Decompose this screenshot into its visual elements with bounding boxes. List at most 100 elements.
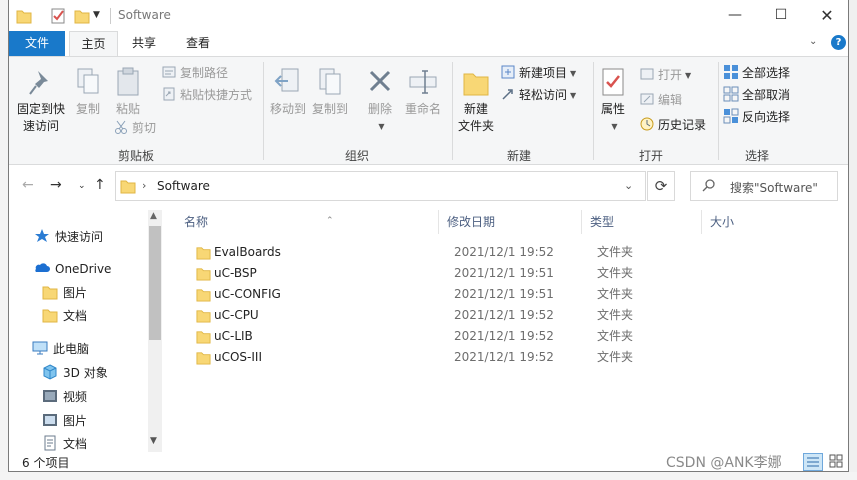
chevron-down-icon[interactable]: ⌄ bbox=[809, 36, 817, 47]
address-dropdown-icon[interactable]: ⌄ bbox=[624, 179, 633, 192]
history-button[interactable]: 历史记录 bbox=[639, 115, 706, 135]
close-button[interactable]: ✕ bbox=[804, 0, 848, 31]
tab-share[interactable]: 共享 bbox=[119, 31, 169, 56]
select-all-label: 全部选择 bbox=[742, 66, 791, 80]
properties-quick-icon[interactable] bbox=[50, 7, 66, 25]
properties-dropdown-icon[interactable]: ▼ bbox=[600, 118, 629, 135]
nav-item-videos[interactable]: 视频 bbox=[42, 386, 87, 408]
nav-item-label: 图片 bbox=[63, 286, 88, 300]
nav-item-this-pc[interactable]: 此电脑 bbox=[32, 338, 89, 360]
quick-access-toolbar-dropdown-icon[interactable]: ▼ bbox=[93, 10, 103, 28]
group-label-organize: 组织 bbox=[344, 149, 369, 163]
minimize-button[interactable]: — bbox=[712, 0, 758, 31]
rename-button[interactable]: 重命名 bbox=[401, 65, 445, 118]
breadcrumb-software[interactable]: Software bbox=[157, 179, 210, 193]
cut-button[interactable]: 剪切 bbox=[113, 118, 156, 138]
column-header-type[interactable]: 类型 bbox=[581, 210, 701, 234]
forward-arrow-icon[interactable]: → bbox=[50, 177, 62, 193]
move-to-button[interactable]: 移动到 bbox=[269, 65, 307, 118]
file-type: 文件夹 bbox=[597, 308, 634, 322]
new-folder-quick-icon[interactable] bbox=[74, 7, 90, 25]
copy-path-label: 复制路径 bbox=[180, 66, 229, 80]
properties-icon bbox=[602, 68, 624, 96]
large-icons-view-button[interactable] bbox=[827, 453, 847, 471]
scroll-up-icon[interactable]: ▲ bbox=[150, 211, 157, 221]
open-icon bbox=[640, 68, 654, 80]
history-label: 历史记录 bbox=[658, 118, 707, 132]
properties-button[interactable]: 属性 ▼ bbox=[597, 65, 629, 135]
table-row[interactable]: uC-CONFIG 2021/12/1 19:51 文件夹 bbox=[176, 284, 836, 305]
navigation-bar: ← → ⌄ ↑ › Software ⌄ ⟳ 搜索"Software" bbox=[9, 166, 848, 204]
select-none-button[interactable]: 全部取消 bbox=[723, 85, 790, 105]
column-header-name-label: 名称 bbox=[184, 215, 209, 229]
scroll-down-icon[interactable]: ▼ bbox=[150, 436, 157, 446]
delete-dropdown-icon[interactable]: ▼ bbox=[366, 118, 397, 135]
copy-to-icon bbox=[319, 68, 341, 95]
file-name: EvalBoards bbox=[214, 245, 281, 259]
table-row[interactable]: uC-CPU 2021/12/1 19:52 文件夹 bbox=[176, 305, 836, 326]
table-row[interactable]: uCOS-III 2021/12/1 19:52 文件夹 bbox=[176, 347, 836, 368]
copy-button[interactable]: 复制 bbox=[71, 65, 105, 118]
title-separator bbox=[110, 8, 111, 24]
up-arrow-icon[interactable]: ↑ bbox=[94, 177, 106, 193]
sort-ascending-icon: ⌃ bbox=[326, 216, 334, 226]
maximize-button[interactable]: ☐ bbox=[758, 0, 804, 31]
refresh-button[interactable]: ⟳ bbox=[647, 171, 675, 201]
window-title: Software bbox=[118, 8, 171, 22]
paste-shortcut-button[interactable]: 粘贴快捷方式 bbox=[161, 85, 252, 105]
navigation-pane-scrollbar[interactable]: ▲ ▼ bbox=[148, 210, 162, 452]
pin-to-quick-access-button[interactable]: 固定到快 速访问 bbox=[15, 65, 67, 135]
ribbon-separator bbox=[593, 62, 594, 160]
nav-item-onedrive[interactable]: OneDrive bbox=[32, 258, 111, 280]
details-view-button[interactable] bbox=[803, 453, 823, 471]
folder-icon bbox=[196, 247, 211, 260]
search-input[interactable]: 搜索"Software" bbox=[690, 171, 838, 201]
nav-item-3d-objects[interactable]: 3D 对象 bbox=[42, 362, 108, 384]
easy-access-label: 轻松访问 bbox=[519, 88, 568, 102]
file-name: uC-CPU bbox=[214, 308, 259, 322]
copy-path-button[interactable]: 复制路径 bbox=[161, 63, 228, 83]
file-type: 文件夹 bbox=[597, 266, 634, 280]
column-header-date[interactable]: 修改日期 bbox=[438, 210, 581, 234]
help-icon[interactable]: ? bbox=[831, 35, 846, 50]
easy-access-button[interactable]: 轻松访问 ▼ bbox=[500, 85, 576, 105]
select-all-button[interactable]: 全部选择 bbox=[723, 63, 790, 83]
scrollbar-thumb[interactable] bbox=[149, 226, 161, 340]
paste-button[interactable]: 粘贴 bbox=[111, 65, 145, 118]
properties-label: 属性 bbox=[600, 102, 625, 116]
back-arrow-icon[interactable]: ← bbox=[22, 177, 34, 193]
tab-file[interactable]: 文件 bbox=[9, 31, 65, 56]
tab-view[interactable]: 查看 bbox=[173, 31, 223, 56]
documents-icon bbox=[44, 435, 56, 451]
delete-button[interactable]: 删除 ▼ bbox=[363, 65, 397, 135]
nav-item-label: 此电脑 bbox=[53, 342, 90, 356]
recent-locations-chevron-icon[interactable]: ⌄ bbox=[78, 181, 86, 191]
copy-to-button[interactable]: 复制到 bbox=[311, 65, 349, 118]
new-folder-button[interactable]: 新建 文件夹 bbox=[455, 65, 497, 135]
nav-item-onedrive-pictures[interactable]: 图片 bbox=[42, 282, 87, 304]
table-row[interactable]: uC-BSP 2021/12/1 19:51 文件夹 bbox=[176, 263, 836, 284]
file-list: 名称 ⌃ 修改日期 类型 大小 EvalBoards 2021/12/1 19:… bbox=[162, 204, 848, 452]
scissors-icon bbox=[115, 120, 127, 134]
breadcrumb-chevron-icon[interactable]: › bbox=[142, 179, 146, 192]
open-dropdown-icon[interactable]: ▼ bbox=[685, 71, 691, 80]
open-button[interactable]: 打开 ▼ bbox=[639, 65, 691, 85]
nav-item-label: 3D 对象 bbox=[63, 366, 108, 380]
tab-home[interactable]: 主页 bbox=[69, 31, 118, 57]
new-item-dropdown-icon[interactable]: ▼ bbox=[570, 69, 576, 78]
nav-item-pictures[interactable]: 图片 bbox=[42, 410, 87, 432]
invert-selection-button[interactable]: 反向选择 bbox=[723, 107, 790, 127]
easy-access-dropdown-icon[interactable]: ▼ bbox=[570, 91, 576, 100]
new-item-button[interactable]: 新建项目 ▼ bbox=[500, 63, 576, 83]
new-item-icon bbox=[501, 65, 515, 79]
column-header-name[interactable]: 名称 ⌃ bbox=[176, 210, 438, 234]
file-type: 文件夹 bbox=[597, 287, 634, 301]
table-row[interactable]: uC-LIB 2021/12/1 19:52 文件夹 bbox=[176, 326, 836, 347]
copy-path-icon bbox=[162, 66, 176, 78]
table-row[interactable]: EvalBoards 2021/12/1 19:52 文件夹 bbox=[176, 242, 836, 263]
column-header-size[interactable]: 大小 bbox=[701, 210, 821, 234]
nav-item-onedrive-documents[interactable]: 文档 bbox=[42, 305, 87, 327]
edit-button[interactable]: 编辑 bbox=[639, 90, 682, 110]
nav-item-quick-access[interactable]: 快速访问 bbox=[34, 226, 103, 248]
address-bar[interactable]: › Software ⌄ bbox=[115, 171, 646, 201]
